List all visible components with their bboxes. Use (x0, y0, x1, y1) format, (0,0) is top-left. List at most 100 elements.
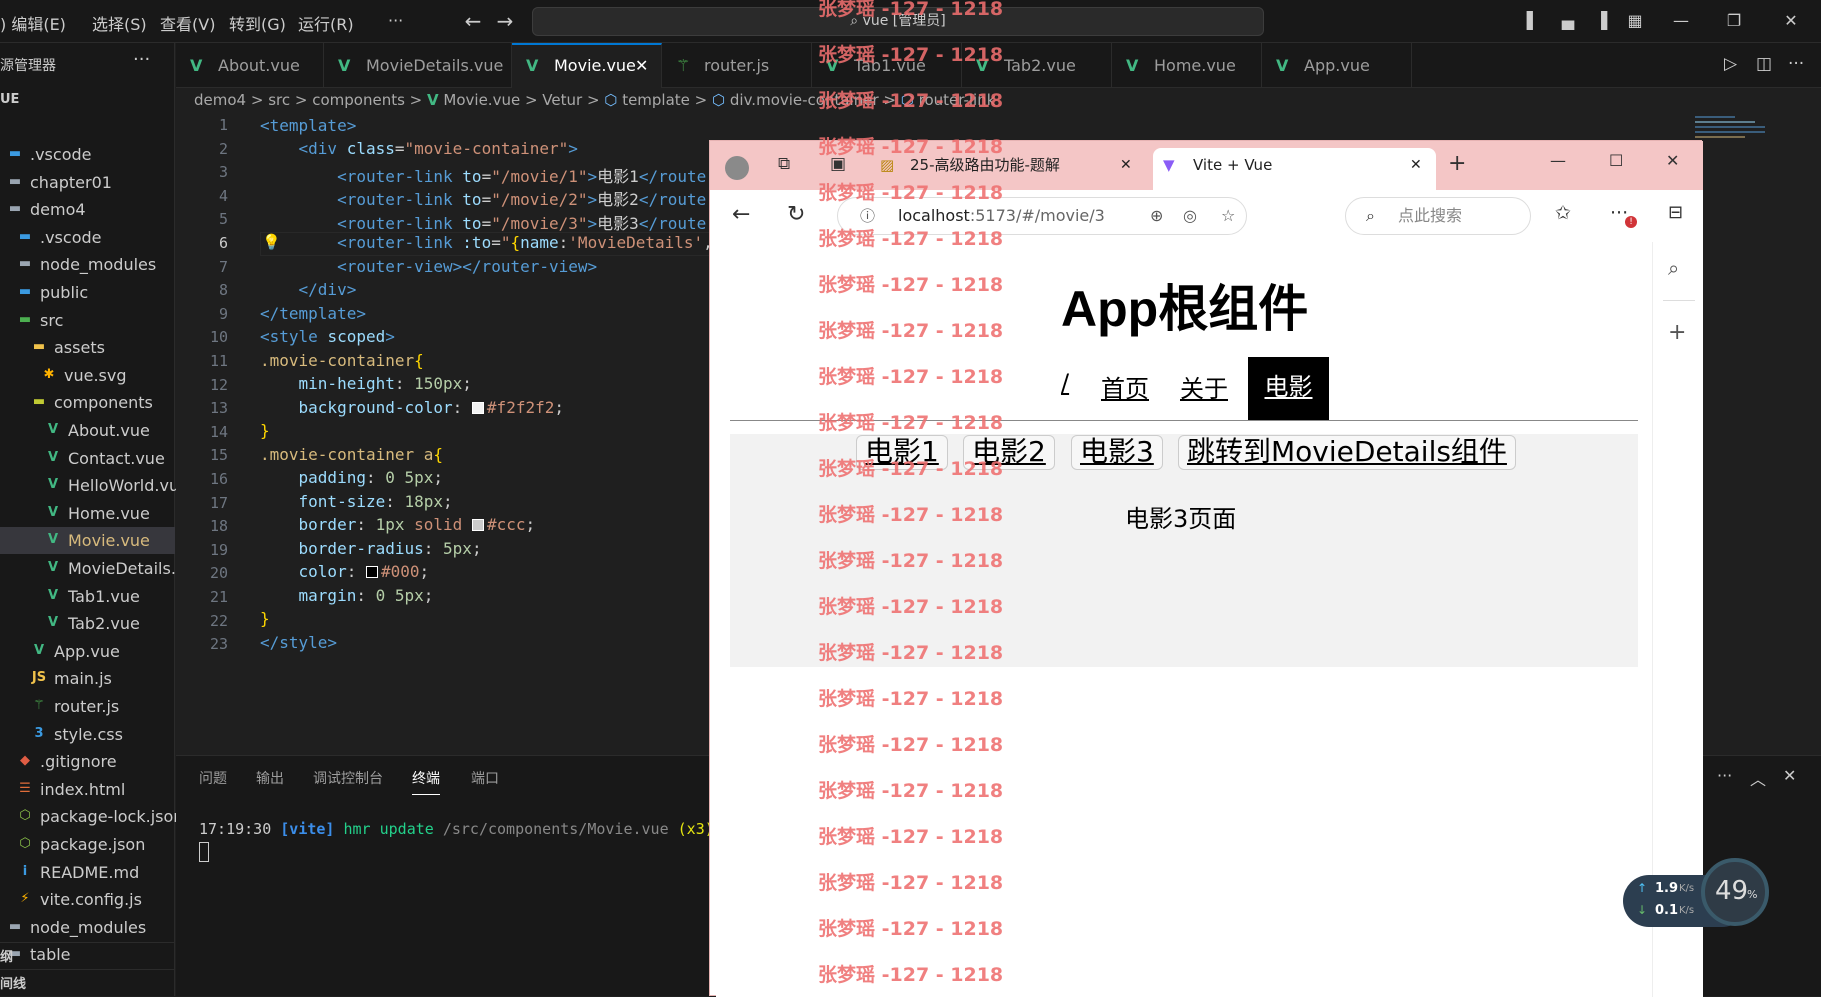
menu-view[interactable]: 查看(V) (160, 11, 215, 35)
sidebar-toggle-icon[interactable]: ⊟ (1668, 202, 1683, 223)
menu-more[interactable]: ··· (388, 11, 403, 30)
code-editor[interactable]: 1 2 3 4 5 6 7 8 9 10 11 12 13 14 15 16 17 18 19 20 21 22 23 💡 … (176, 114, 711, 754)
tab-home-vue[interactable]: V Home.vue (1112, 43, 1262, 88)
collections-icon[interactable]: ⧉ (778, 154, 790, 174)
close-panel-icon[interactable]: ✕ (1783, 766, 1796, 785)
tree-item[interactable]: ▬ .vscode (0, 224, 175, 251)
outline-section[interactable]: 纲 (0, 942, 175, 965)
tree-item[interactable]: ▬ chapter01 (0, 169, 175, 196)
editor-more-icon[interactable]: ··· (1788, 54, 1804, 74)
browser-search-box[interactable]: ⌕ 点此搜索 (1345, 197, 1531, 235)
panel-more-icon[interactable]: ··· (1717, 766, 1732, 785)
split-editor-icon[interactable]: ◫ (1756, 54, 1772, 74)
breadcrumb-item[interactable]: Movie.vue (443, 91, 520, 109)
tab-debug-console[interactable]: 调试控制台 (313, 768, 383, 788)
close-window-icon[interactable]: ✕ (1666, 151, 1679, 170)
tree-item[interactable]: V Tab1.vue (0, 583, 175, 610)
tree-item[interactable]: ▬ assets (0, 334, 175, 361)
tree-item[interactable]: ⚡ vite.config.js (0, 886, 175, 913)
tree-item[interactable]: ▬ node_modules (0, 251, 175, 278)
tree-item[interactable]: V Tab2.vue (0, 610, 175, 637)
breadcrumb-item[interactable]: components (312, 91, 405, 109)
refresh-icon[interactable]: ↻ (787, 202, 805, 227)
tab-ports[interactable]: 端口 (471, 768, 499, 788)
tree-item[interactable]: V About.vue (0, 417, 175, 444)
close-tab-icon[interactable]: ✕ (1410, 148, 1422, 182)
tree-item[interactable]: ◆ .gitignore (0, 748, 175, 775)
tree-item[interactable]: ▬ demo4 (0, 196, 175, 223)
profile-avatar[interactable] (725, 156, 749, 180)
tree-item[interactable]: V MovieDetails.... (0, 555, 191, 582)
nav-link-home[interactable]: 首页 (1101, 369, 1149, 404)
breadcrumb-item[interactable]: Vetur (542, 91, 582, 109)
tab-output[interactable]: 输出 (256, 768, 284, 788)
tree-item[interactable]: ✱ vue.svg (0, 362, 175, 389)
tab-moviedetails-vue[interactable]: V MovieDetails.vue (324, 43, 512, 88)
close-window-icon[interactable]: ✕ (1780, 10, 1802, 32)
back-arrow-icon[interactable]: ← (462, 10, 484, 32)
minimize-icon[interactable]: — (1670, 10, 1692, 32)
favorite-star-icon[interactable]: ☆ (1221, 198, 1235, 234)
tree-item[interactable]: JS main.js (0, 665, 175, 692)
search-icon[interactable]: ⌕ (1668, 256, 1679, 280)
run-icon[interactable]: ▷ (1724, 54, 1737, 74)
zoom-icon[interactable]: ⊕ (1150, 198, 1163, 234)
tab-about-vue[interactable]: V About.vue (176, 43, 324, 88)
tree-item[interactable]: V HelloWorld.vue (0, 472, 189, 499)
tab-app-vue[interactable]: V App.vue (1262, 43, 1412, 88)
nav-link-about[interactable]: 关于 (1180, 369, 1228, 404)
minimize-icon[interactable]: — (1550, 151, 1566, 170)
breadcrumb-item[interactable]: demo4 (194, 91, 246, 109)
minimap[interactable] (1695, 116, 1790, 156)
menu-goto[interactable]: 转到(G) (229, 11, 286, 35)
tree-item[interactable]: 3 style.css (0, 721, 175, 748)
back-arrow-icon[interactable]: ← (732, 202, 750, 227)
tab-terminal[interactable]: 终端 (412, 768, 440, 795)
favorites-icon[interactable]: ✩ (1555, 202, 1571, 224)
app-available-icon[interactable]: ◎ (1183, 198, 1197, 234)
nav-link-root[interactable]: / (1061, 369, 1069, 397)
customize-layout-icon[interactable]: ▦ (1624, 10, 1646, 32)
nav-link-movie-active[interactable]: 电影 (1248, 357, 1329, 420)
maximize-icon[interactable]: ☐ (1609, 151, 1623, 170)
tree-item[interactable]: ▬ public (0, 279, 175, 306)
more-actions-icon[interactable]: ··· (133, 49, 150, 70)
tree-item[interactable]: V Movie.vue (0, 527, 175, 555)
tree-item[interactable]: ⚚ router.js (0, 693, 175, 720)
toggle-sidebar-icon[interactable]: ▌ (1522, 10, 1544, 32)
terminal-output[interactable]: 17:19:30 [vite] hmr update /src/componen… (199, 820, 714, 838)
browser-tab-active[interactable]: ▼ Vite + Vue ✕ (1153, 148, 1436, 190)
tree-item[interactable]: V App.vue (0, 638, 175, 665)
timeline-section[interactable]: 间线 (0, 969, 175, 992)
tree-item[interactable]: ☰ index.html (0, 776, 175, 803)
add-icon[interactable]: + (1668, 320, 1686, 345)
tree-item[interactable]: ▬ src (0, 307, 175, 334)
restore-icon[interactable]: ❐ (1723, 10, 1745, 32)
forward-arrow-icon[interactable]: → (494, 10, 516, 32)
toggle-secondary-sidebar-icon[interactable]: ▐ (1590, 10, 1612, 32)
tree-item[interactable]: ▬ components (0, 389, 175, 416)
breadcrumb-item[interactable]: src (268, 91, 290, 109)
tab-router-js[interactable]: ⚚ router.js (662, 43, 812, 88)
menu-edit[interactable]: ) 编辑(E) (0, 11, 66, 35)
tab-problems[interactable]: 问题 (199, 768, 227, 788)
usage-gauge[interactable]: 49 % (1701, 858, 1769, 926)
tree-item[interactable]: ▬ .vscode (0, 141, 175, 168)
tree-item[interactable]: V Home.vue (0, 500, 175, 527)
menu-selection[interactable]: 选择(S) (92, 11, 147, 35)
workspace-section[interactable]: UE (0, 92, 19, 107)
movie-details-link[interactable]: 跳转到MovieDetails组件 (1178, 435, 1516, 470)
movie3-link[interactable]: 电影3 (1071, 435, 1163, 470)
close-tab-icon[interactable]: ✕ (635, 45, 648, 86)
tree-item[interactable]: V Contact.vue (0, 445, 175, 472)
tree-item[interactable]: ▬ node_modules (0, 914, 175, 941)
tab-movie-vue[interactable]: V Movie.vue ✕ (512, 43, 662, 88)
tree-item[interactable]: ⬡ package-lock.json (0, 803, 183, 830)
toggle-panel-icon[interactable]: ▄ (1557, 10, 1579, 32)
close-tab-icon[interactable]: ✕ (1120, 148, 1132, 182)
tree-item[interactable]: ⬡ package.json (0, 831, 175, 858)
breadcrumb-item[interactable]: template (622, 91, 690, 109)
menu-run[interactable]: 运行(R) (298, 11, 354, 35)
maximize-panel-icon[interactable]: ︿ (1750, 766, 1766, 790)
tree-item[interactable]: i README.md (0, 859, 175, 886)
